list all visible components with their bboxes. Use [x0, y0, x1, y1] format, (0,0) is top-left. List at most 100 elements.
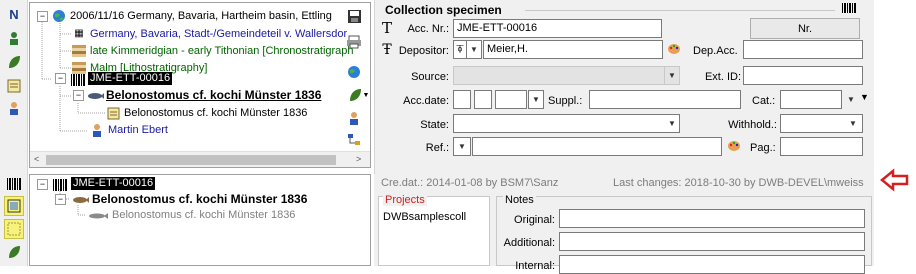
- ref-input[interactable]: [472, 137, 722, 156]
- arrow-left-icon: [880, 168, 910, 192]
- cat-label: Cat.:: [752, 95, 776, 107]
- suppl-label: Suppl.:: [548, 95, 583, 107]
- barcode-icon: [70, 73, 86, 86]
- collapse-toggle[interactable]: −: [37, 11, 48, 22]
- fish-icon: [70, 193, 90, 206]
- part-tree[interactable]: − JME-ETT-00016 − Belonostomus cf. kochi…: [29, 174, 371, 266]
- record-toolbar: ▼: [343, 0, 373, 174]
- details-section: Projects DWBsamplescoll Notes Original: …: [374, 192, 874, 274]
- internal-label: Internal:: [515, 260, 555, 272]
- pag-label: Pag.:: [750, 142, 776, 154]
- ext-id-input[interactable]: [743, 66, 863, 85]
- acc-date-dropdown[interactable]: ▼: [528, 90, 544, 109]
- ref-label: Ref.:: [425, 142, 449, 154]
- created-info: Cre.dat.: 2014-01-08 by BSM7\Sanz: [381, 177, 559, 189]
- tree-identification-node[interactable]: Belonostomus cf. kochi Münster 1836: [124, 107, 307, 120]
- barcode-icon[interactable]: [6, 177, 22, 191]
- fish-icon: [86, 209, 110, 222]
- hierarchy-icon[interactable]: [346, 132, 362, 148]
- original-label: Original:: [514, 214, 555, 226]
- collapse-toggle[interactable]: −: [37, 179, 48, 190]
- panel-title: Collection specimen: [385, 3, 502, 17]
- depositor-input[interactable]: Meier,H.: [483, 40, 663, 59]
- north-arrow-icon[interactable]: N: [6, 6, 22, 22]
- ref-dropdown[interactable]: ▼: [453, 137, 471, 156]
- collector-icon[interactable]: [6, 30, 22, 46]
- fish-icon: [86, 89, 104, 102]
- identification-icon: [106, 106, 120, 120]
- state-label: State:: [420, 119, 449, 131]
- source-select[interactable]: [453, 66, 680, 85]
- locality-icon: ▦: [74, 28, 84, 39]
- collapse-toggle[interactable]: −: [55, 194, 66, 205]
- projects-box[interactable]: Projects DWBsamplescoll: [378, 194, 490, 266]
- cat-dropdown[interactable]: ▼: [843, 90, 859, 109]
- status-bar: Cre.dat.: 2014-01-08 by BSM7\Sanz Last c…: [374, 174, 874, 192]
- state-dropdown[interactable]: ▼: [664, 114, 680, 133]
- save-icon[interactable]: [346, 8, 362, 24]
- nr-button[interactable]: Nr.: [750, 18, 860, 39]
- scrollbar-thumb[interactable]: [46, 155, 336, 165]
- scroll-left-icon[interactable]: <: [34, 154, 39, 164]
- collapse-toggle[interactable]: −: [55, 73, 66, 84]
- tree-event-node[interactable]: 2006/11/16 Germany, Bavaria, Hartheim ba…: [70, 10, 332, 23]
- tree-specimen-node[interactable]: JME-ETT-00016: [88, 72, 173, 85]
- withhold-dropdown[interactable]: ▼: [845, 114, 861, 133]
- collapse-toggle[interactable]: −: [73, 90, 84, 101]
- acc-date-year[interactable]: [495, 90, 527, 109]
- tree-chronostrat-node[interactable]: late Kimmeridgian - early Tithonian [Chr…: [90, 45, 354, 58]
- specimen-tree[interactable]: − 2006/11/16 Germany, Bavaria, Hartheim …: [29, 2, 371, 168]
- internal-input[interactable]: [559, 255, 865, 274]
- original-input[interactable]: [559, 209, 865, 228]
- print-icon[interactable]: [346, 34, 362, 50]
- globe-icon[interactable]: [346, 64, 362, 80]
- tree-taxon-node[interactable]: Belonostomus cf. kochi Münster 1836: [106, 89, 321, 102]
- projects-header: Projects: [383, 194, 427, 206]
- notes-box: Notes Original: Additional: Internal:: [496, 194, 872, 274]
- state-select[interactable]: [453, 114, 680, 133]
- additional-label: Additional:: [503, 237, 555, 249]
- pag-input[interactable]: [780, 137, 863, 156]
- left-toolbar: N: [0, 0, 28, 266]
- withhold-label: Withhold.:: [728, 119, 777, 131]
- acc-nr-input[interactable]: JME-ETT-00016: [453, 19, 662, 38]
- project-item[interactable]: DWBsamplescoll: [383, 211, 466, 223]
- suppl-input[interactable]: [589, 90, 741, 109]
- acc-date-label: Acc.date:: [403, 95, 449, 107]
- pin-icon[interactable]: ⍕: [453, 40, 467, 59]
- divider: [525, 10, 835, 11]
- person-icon[interactable]: [6, 100, 22, 116]
- leaf-icon[interactable]: [6, 244, 22, 260]
- ext-id-label: Ext. ID:: [704, 71, 741, 83]
- last-changes-info: Last changes: 2018-10-30 by DWB-DEVEL\mw…: [613, 177, 864, 189]
- part-icon[interactable]: [4, 196, 24, 216]
- dep-acc-input[interactable]: [743, 40, 863, 59]
- grid-icon[interactable]: [4, 219, 24, 239]
- tree-taxon-node[interactable]: Belonostomus cf. kochi Münster 1836: [92, 193, 307, 206]
- globe-icon: [52, 9, 66, 23]
- source-dropdown[interactable]: ▼: [664, 66, 680, 85]
- tree-locality-node[interactable]: Germany, Bavaria, Stadt-/Gemeindeteil v.…: [90, 28, 347, 41]
- edit-text-icon: Ŧ: [382, 42, 392, 58]
- dep-acc-label: Dep.Acc.: [693, 45, 738, 57]
- cat-select[interactable]: [780, 90, 842, 109]
- palette-icon[interactable]: [666, 42, 682, 56]
- acc-date-month[interactable]: [474, 90, 492, 109]
- palette-icon[interactable]: [726, 139, 742, 153]
- additional-input[interactable]: [559, 232, 865, 251]
- depositor-dropdown[interactable]: ▼: [466, 40, 482, 59]
- collection-specimen-panel: Collection specimen T Acc. Nr.: JME-ETT-…: [374, 0, 874, 174]
- cat-menu-arrow-icon[interactable]: ▼: [860, 92, 869, 102]
- tree-horizontal-scrollbar[interactable]: < >: [30, 151, 370, 167]
- tree-collector-node[interactable]: Martin Ebert: [108, 124, 168, 137]
- person-icon: [90, 123, 104, 137]
- leaf-icon[interactable]: [6, 54, 22, 70]
- person-icon[interactable]: [346, 110, 362, 126]
- leaf-dropdown-icon[interactable]: ▼: [346, 87, 370, 103]
- tree-specimen-node[interactable]: JME-ETT-00016: [71, 177, 156, 190]
- acc-nr-label: Acc. Nr.:: [407, 23, 449, 35]
- tree-identification-node[interactable]: Belonostomus cf. kochi Münster 1836: [112, 209, 295, 222]
- acc-date-day[interactable]: [453, 90, 471, 109]
- label-icon[interactable]: [6, 78, 22, 94]
- barcode-icon[interactable]: [841, 2, 857, 14]
